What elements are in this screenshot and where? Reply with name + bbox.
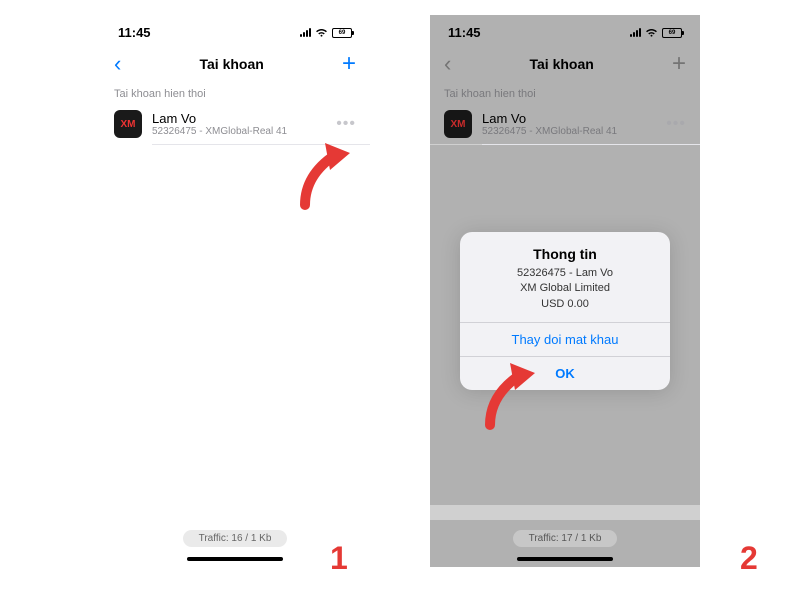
wifi-icon	[315, 28, 328, 38]
step-label-1: 1	[330, 540, 348, 577]
dialog-body: Thong tin 52326475 - Lam Vo XM Global Li…	[460, 232, 670, 322]
section-header: Tai khoan hien thoi	[100, 84, 370, 104]
dialog-account-line: 52326475 - Lam Vo	[472, 266, 658, 281]
xm-app-icon: XM	[114, 110, 142, 138]
add-button[interactable]: +	[342, 50, 356, 78]
nav-title: Tai khoan	[200, 56, 264, 72]
dialog-overlay: Thong tin 52326475 - Lam Vo XM Global Li…	[430, 15, 700, 567]
signal-icon	[300, 28, 311, 37]
change-password-button[interactable]: Thay doi mat khau	[460, 322, 670, 356]
step-label-2: 2	[740, 540, 758, 577]
home-indicator[interactable]	[187, 557, 283, 561]
phone-screenshot-2: 11:45 69 ‹ Tai khoan + Tai khoan hien th…	[430, 15, 700, 567]
account-name: Lam Vo	[152, 111, 336, 126]
dialog-balance-line: USD 0.00	[472, 297, 658, 312]
traffic-indicator: Traffic: 16 / 1 Kb	[183, 530, 288, 547]
dialog-title: Thong tin	[472, 246, 658, 262]
phone-screenshot-1: 11:45 69 ‹ Tai khoan + Tai khoan hien th…	[100, 15, 370, 567]
back-button[interactable]: ‹	[114, 51, 121, 77]
tutorial-arrow-icon	[475, 355, 545, 435]
battery-icon: 69	[332, 28, 352, 38]
dialog-broker-line: XM Global Limited	[472, 281, 658, 296]
account-info: Lam Vo 52326475 - XMGlobal-Real 41	[152, 111, 336, 137]
status-icons: 69	[300, 28, 352, 38]
nav-bar: ‹ Tai khoan +	[100, 44, 370, 84]
more-button[interactable]: •••	[336, 115, 356, 133]
status-time: 11:45	[118, 25, 151, 40]
tutorial-arrow-icon	[290, 135, 360, 215]
status-bar: 11:45 69	[100, 15, 370, 44]
